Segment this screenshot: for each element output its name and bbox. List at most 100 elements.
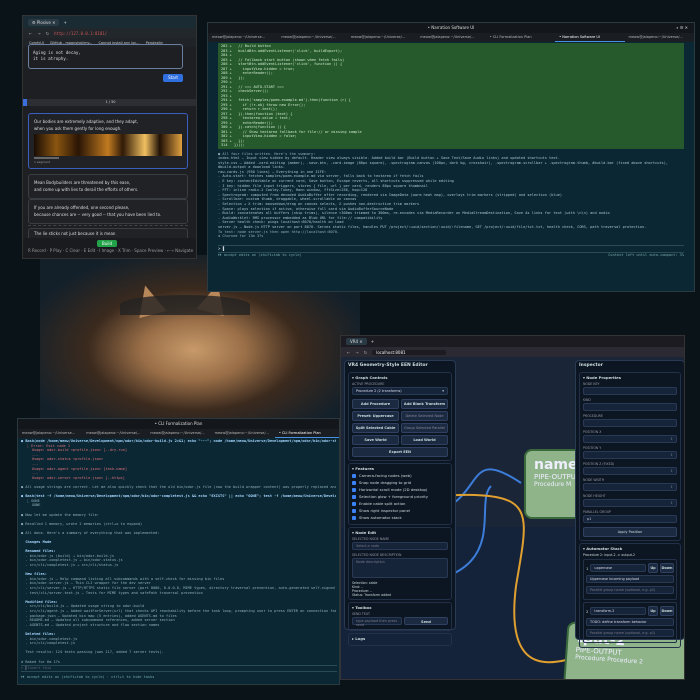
step-description-input[interactable]: Uppercase incoming payload (586, 575, 674, 583)
inspector-field-input[interactable]: p1 (583, 515, 677, 523)
checkbox-checked-icon[interactable] (352, 495, 356, 499)
spinner-icon[interactable]: ⇕ (670, 437, 673, 441)
step-description-input[interactable]: TODO: define transform behavior (586, 618, 674, 626)
feature-checkbox[interactable]: Enable cable split action (352, 501, 448, 506)
section-toggle[interactable]: ▾ Node Edit (352, 530, 448, 535)
step-parallel-group-input[interactable]: Parallel group name (optional, e.g. p1) (586, 629, 674, 637)
section-toggle[interactable]: ▾ Features (352, 466, 448, 471)
procedure-select[interactable]: Procedure 2 (2 transforms)▾ (352, 387, 448, 395)
new-tab-button[interactable]: + (63, 20, 66, 25)
browser-tab[interactable]: ⚙ Plosive ✕ (28, 19, 59, 26)
feature-checkbox[interactable]: Horizontal scroll mode (2D desktop) (352, 487, 448, 492)
context-status: Context left until auto-compact: 3% (608, 253, 684, 258)
step-parallel-group-input[interactable]: Parallel group name (optional, e.g. p1) (586, 586, 674, 594)
reload-icon[interactable]: ↻ (46, 31, 49, 36)
send-button[interactable]: Send (404, 617, 448, 625)
checkbox-checked-icon[interactable] (352, 488, 356, 492)
field-label: PARALLEL GROUP (583, 510, 677, 514)
prompt-placeholder: Insert this (28, 666, 52, 670)
url-field[interactable]: http://127.0.0.1:8101/ (54, 31, 107, 36)
terminal-tab[interactable]: meow@jalapeno:~/Universe/... (146, 429, 210, 438)
terminal-tab[interactable]: meow@jalapeno:~/Universe/... (416, 33, 485, 42)
card[interactable]: If you are already offended, one second … (28, 199, 188, 224)
editor-button-preset-uppercase[interactable]: Preset: Uppercase (352, 411, 399, 421)
inspector-field-input[interactable]: ⇕ (583, 451, 677, 459)
send-text-input[interactable]: type payload then press send (352, 617, 402, 625)
spinner-icon[interactable]: ⇕ (670, 453, 673, 457)
section-toggle[interactable]: ▾ Automator Stack (583, 546, 677, 551)
step-down-button[interactable]: Down (660, 606, 674, 616)
start-button[interactable]: Start (163, 74, 183, 82)
forward-icon[interactable]: → (37, 31, 40, 36)
terminal-tab[interactable]: • CLI Formalization Plan (275, 429, 339, 438)
editor-button-delete-selected-node[interactable]: Delete Selected Node (401, 411, 448, 421)
editor-button-load-world[interactable]: Load World (401, 435, 448, 445)
feature-checkbox[interactable]: Show right inspector panel (352, 508, 448, 513)
step-name-input[interactable]: uppercase (590, 564, 646, 572)
spectrogram-canvas[interactable] (34, 134, 182, 156)
inspector-field-input[interactable]: ⇕ (583, 499, 677, 507)
step-up-button[interactable]: Up (648, 563, 658, 573)
mode-status: ⏵⏵ accept edits on (shift+tab to cycle) … (21, 675, 154, 680)
section-toggle[interactable]: ▸ Logs (352, 636, 448, 641)
node-name-input[interactable]: Select a node (352, 542, 448, 550)
step-up-button[interactable]: Up (648, 606, 658, 616)
editor-button-group-selected-parallel[interactable]: Group Selected Parallel (401, 423, 448, 433)
terminal-tab[interactable]: meow@jalapeno:~/Universe... (18, 429, 82, 438)
step-name-input[interactable]: transform-2 (590, 607, 646, 615)
build-button[interactable]: Build (97, 240, 117, 247)
editor-button-split-selected-cable[interactable]: Split Selected Cable (352, 423, 399, 433)
section-toggle[interactable]: ▾ Toolbox (352, 605, 448, 610)
step-down-button[interactable]: Down (660, 563, 674, 573)
apply-position-button[interactable]: Apply Position (583, 527, 677, 537)
prompt-input[interactable]: > ▌ (218, 245, 684, 253)
terminal-tab[interactable]: meow@jalapeno:~/Universe/... (211, 429, 275, 438)
step-number: 2 (586, 609, 588, 614)
section-toggle[interactable]: ▾ Node Properties (583, 375, 677, 380)
section-toggle[interactable]: ▾ Graph Controls (352, 375, 448, 380)
editor-button-save-world[interactable]: Save World (352, 435, 399, 445)
inspector-field-input[interactable] (583, 419, 677, 427)
terminal-tab[interactable]: • CLI Formalization Plan (486, 33, 555, 42)
poem-textarea[interactable]: Aging is not decay,it is atrophy. (28, 44, 183, 69)
spinner-icon[interactable]: ⇕ (670, 485, 673, 489)
checkbox-checked-icon[interactable] (352, 502, 356, 506)
card[interactable]: Mean Bodybuilders are threatened by this… (28, 174, 188, 199)
toolbox-section: ▾ Toolbox SEND TEXT type payload then pr… (348, 602, 452, 631)
spinner-icon[interactable]: ⇕ (670, 501, 673, 505)
card-active[interactable]: Our bodies are extremely adaptive, and t… (28, 113, 188, 169)
terminal-tab[interactable]: • Narration Software UI (555, 33, 624, 42)
output-line: style.css — Added .card.editing (amber),… (218, 161, 684, 170)
feature-checkbox[interactable]: Camera-facing nodes (web) (352, 473, 448, 478)
shortcuts-hint: R Record · P Play · C Clear · E Edit · I… (27, 249, 194, 254)
inspector-field-input[interactable] (583, 403, 677, 411)
terminal-tab[interactable]: meow@jalapeno:~/Universe... (208, 33, 277, 42)
inspector-field-input[interactable] (583, 387, 677, 395)
feature-checkbox[interactable]: Selection glow + foreground priority (352, 494, 448, 499)
node-description-textarea[interactable]: Node description (352, 558, 448, 578)
inspector-field-input[interactable]: ⇕ (583, 435, 677, 443)
editor-button-add-blank-transform[interactable]: Add Blank Transform (401, 399, 448, 409)
inspector-field-input[interactable]: ⇕ (583, 483, 677, 491)
checkbox-checked-icon[interactable] (352, 516, 356, 520)
terminal-tab[interactable]: meow@jalapeno:~/Universe/... (277, 33, 346, 42)
browser-window-vr4: VR4 ✕+ ←→↻localhost:8081 named PIPE-OUTP… (340, 335, 685, 680)
editor-button-export-een[interactable]: Export EEN (352, 447, 448, 457)
terminal-tab[interactable]: meow@jalapeno:~/Universe/... (347, 33, 416, 42)
output-line: ● All usage strings are correct. Let me … (21, 485, 336, 490)
spinner-icon[interactable]: ⇕ (670, 469, 673, 473)
feature-checkbox[interactable]: Show automator stack (352, 515, 448, 520)
feature-checkbox[interactable]: Snap node dragging to grid (352, 480, 448, 485)
window-controls[interactable]: ⌕ ☰ ✕ (676, 23, 688, 33)
field-label: SELECTED NODE DESCRIPTION (352, 553, 448, 557)
checkbox-checked-icon[interactable] (352, 509, 356, 513)
checkbox-checked-icon[interactable] (352, 474, 356, 478)
terminal-tab[interactable]: meow@jalapeno:~/Universe/... (625, 33, 694, 42)
checkbox-checked-icon[interactable] (352, 481, 356, 485)
back-icon[interactable]: ← (29, 31, 32, 36)
inspector-field-input[interactable]: ⇕ (583, 467, 677, 475)
editor-button-add-procedure[interactable]: Add Procedure (352, 399, 399, 409)
checkbox-label: Enable cable split action (359, 501, 405, 506)
prompt-input[interactable]: > ▌Insert this (21, 665, 337, 672)
terminal-tab[interactable]: meow@jalapeno:~/Universe/... (82, 429, 146, 438)
